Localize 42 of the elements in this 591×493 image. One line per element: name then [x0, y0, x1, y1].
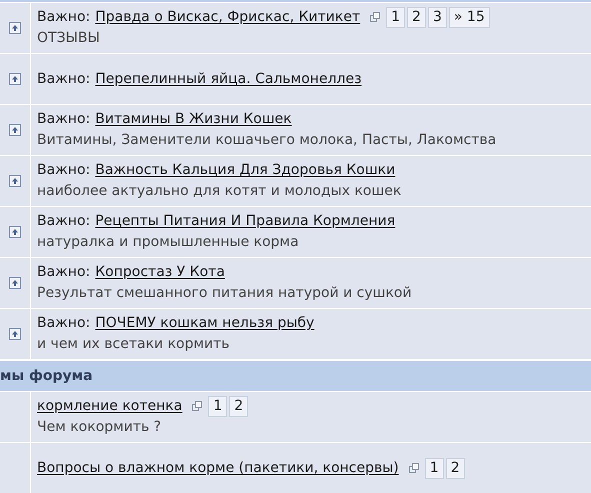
topic-prefix: Важно:	[37, 314, 90, 333]
topic-description: ОТЗЫВЫ	[37, 29, 101, 48]
page-link[interactable]: 2	[407, 7, 426, 28]
topic-description: наиболее актуально для котят и молодых кошек	[37, 182, 402, 201]
pin-up-icon	[9, 73, 21, 85]
pages-icon	[370, 12, 382, 23]
topic-link[interactable]: Витамины В Жизни Кошек	[95, 109, 292, 130]
topic-link[interactable]: Вопросы о влажном корме (пакетики, консервы)	[37, 458, 399, 478]
topic-prefix: Важно:	[37, 263, 90, 282]
page-link[interactable]: » 15	[448, 7, 490, 28]
topic-link[interactable]: Копростаз У Кота	[95, 262, 225, 283]
topic-prefix: Важно:	[37, 8, 90, 27]
pin-up-icon	[9, 277, 21, 289]
page-link[interactable]: 1	[424, 458, 444, 478]
page-link[interactable]: 2	[229, 396, 248, 417]
pages-icon	[408, 462, 420, 474]
topic-description: натуралка и промышленные корма	[37, 233, 300, 252]
topic-link[interactable]: Перепелинный яйца. Сальмонеллез	[95, 68, 362, 90]
topic-description: Витамины, Заменители кошачьего молока, Пасты, Лакомства	[37, 131, 496, 150]
topic-prefix: Важно:	[37, 212, 90, 231]
topic-link[interactable]: ПОЧЕМУ кошкам нельзя рыбу	[95, 313, 314, 334]
topic-link[interactable]: кормление котенка	[37, 396, 182, 417]
page-link[interactable]: 3	[428, 7, 447, 28]
page-link[interactable]: 1	[208, 396, 228, 417]
topic-prefix: Важно:	[37, 161, 90, 180]
topic-link[interactable]: Рецепты Питания И Правила Кормления	[95, 211, 396, 232]
pin-up-icon	[9, 226, 21, 238]
pages-icon	[192, 401, 204, 412]
section-header: мы форума	[0, 366, 93, 386]
pin-up-icon	[9, 175, 21, 187]
pin-up-icon	[9, 22, 21, 34]
topic-description: Результат смешанного питания натурой и сушкой	[37, 284, 412, 303]
pin-up-icon	[9, 124, 21, 136]
page-link[interactable]: 1	[386, 7, 406, 28]
page-link[interactable]: 2	[446, 458, 465, 478]
topic-link[interactable]: Важность Кальция Для Здоровья Кошки	[95, 160, 396, 181]
topic-link[interactable]: Правда о Вискас, Фрискас, Китикет	[95, 7, 360, 28]
topic-description: Чем кокормить ?	[37, 418, 162, 437]
pin-up-icon	[9, 328, 21, 340]
topic-prefix: Важно:	[37, 110, 90, 129]
topic-description: и чем их всетаки кормить	[37, 335, 231, 354]
topic-prefix: Важно:	[37, 70, 90, 88]
